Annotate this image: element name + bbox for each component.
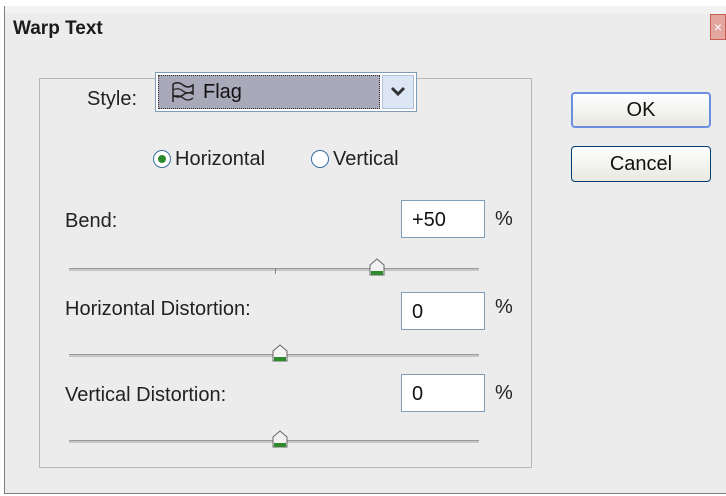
style-selected-item: Flag [158,75,380,109]
horizontal-distortion-slider-thumb[interactable] [272,344,288,362]
radio-horizontal-indicator [153,150,171,168]
bend-slider-thumb[interactable] [369,258,385,276]
vertical-distortion-label: Vertical Distortion: [65,384,227,406]
bend-slider-track[interactable] [69,268,479,271]
horizontal-distortion-percent-sign: % [495,296,513,318]
horizontal-distortion-label: Horizontal Distortion: [65,298,251,320]
horizontal-distortion-input[interactable]: 0 [401,292,485,330]
bend-input[interactable]: +50 [401,200,485,238]
chevron-down-icon [390,86,406,97]
ok-button[interactable]: OK [571,92,711,128]
radio-horizontal-label: Horizontal [175,148,266,170]
style-dropdown[interactable]: Flag [155,72,417,112]
radio-vertical-label: Vertical [333,148,399,170]
style-value: Flag [203,81,242,103]
vertical-distortion-input[interactable]: 0 [401,374,485,412]
bend-percent-sign: % [495,208,513,230]
title-bar: Warp Text [5,14,726,50]
close-button[interactable]: × [710,14,726,40]
warp-text-dialog: Warp Text × Style: Flag Horizontal Verti… [4,6,726,494]
dialog-title: Warp Text [13,18,103,39]
radio-vertical-indicator [311,150,329,168]
window-top-strip [5,6,726,14]
flag-icon [172,82,194,102]
bend-label: Bend: [65,210,118,232]
vertical-distortion-percent-sign: % [495,382,513,404]
dropdown-arrow-button[interactable] [382,75,414,109]
vertical-distortion-slider-thumb[interactable] [272,430,288,448]
style-label: Style: [83,88,142,111]
bend-slider-center-tick [275,268,276,274]
close-icon: × [713,19,723,35]
cancel-button[interactable]: Cancel [571,146,711,182]
